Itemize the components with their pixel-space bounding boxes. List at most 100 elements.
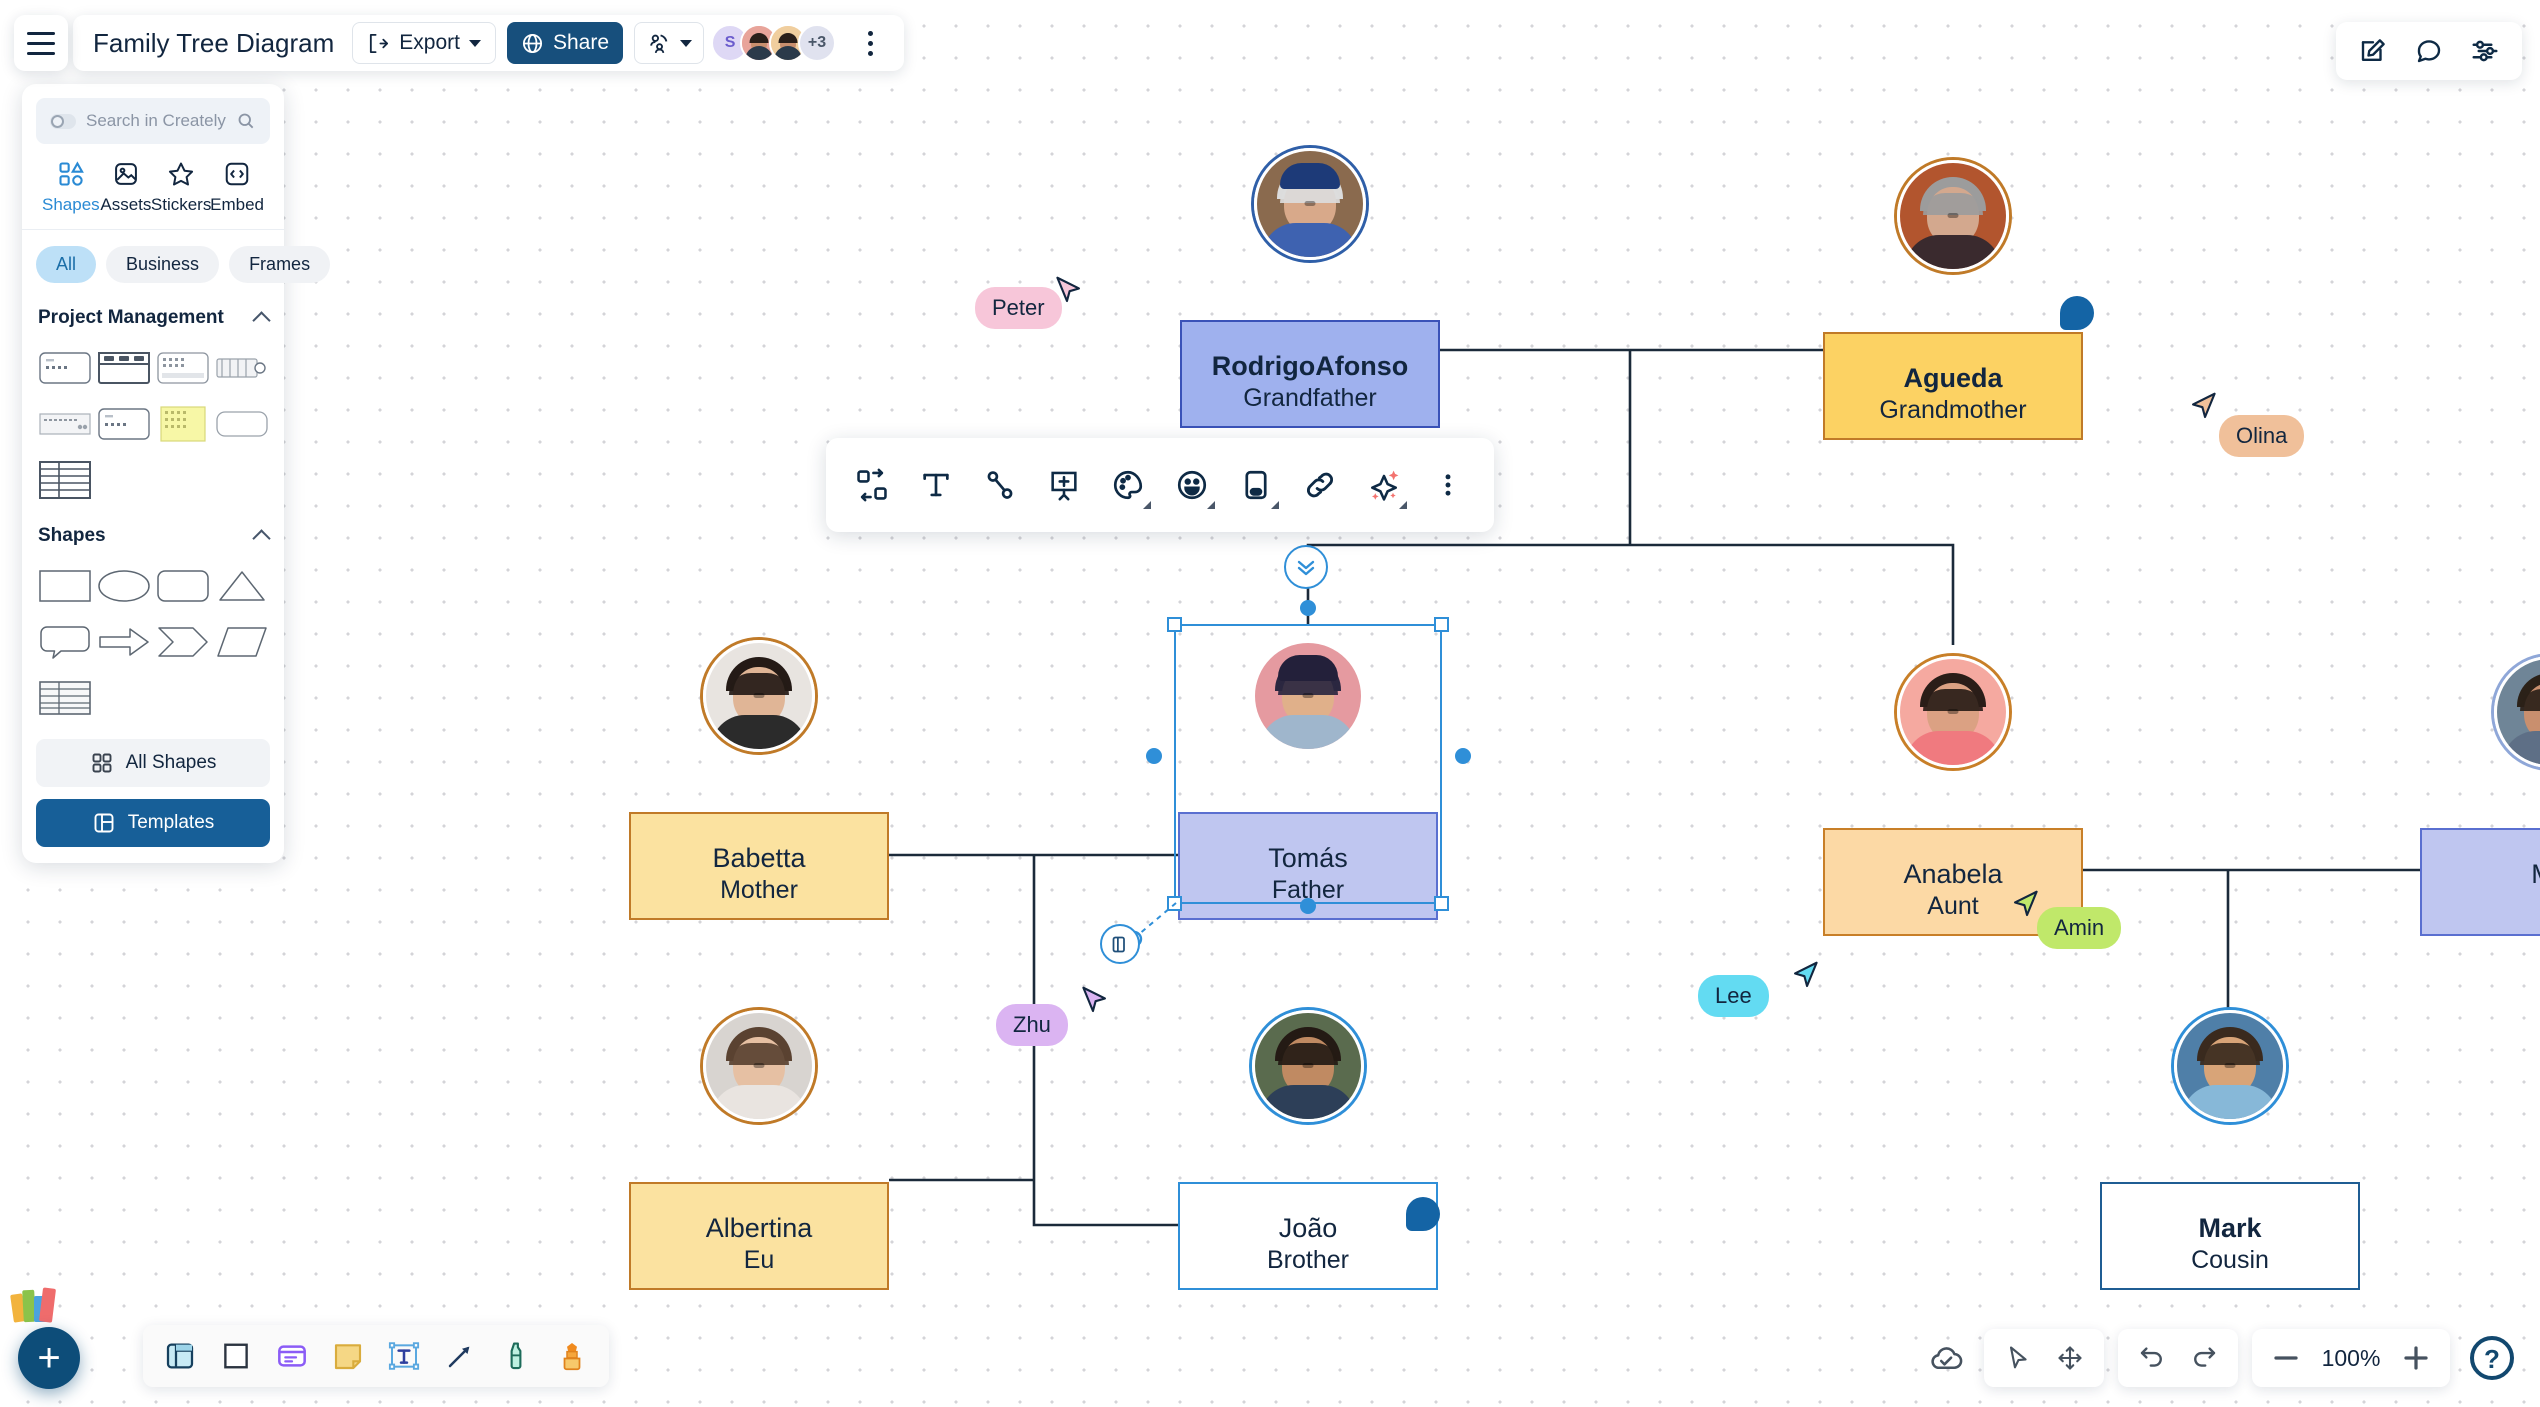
emoji-button[interactable] <box>1164 455 1220 515</box>
main-menu-button[interactable] <box>14 15 68 71</box>
replace-shape-button[interactable] <box>844 455 900 515</box>
diagram-canvas[interactable]: RodrigoAfonso Grandfather Agueda Grandmothe… <box>0 0 2540 1407</box>
table-row-shape[interactable] <box>36 399 93 449</box>
fill-color-button[interactable] <box>1100 455 1156 515</box>
all-shapes-button[interactable]: All Shapes <box>36 739 270 787</box>
section-header-project-management[interactable]: Project Management <box>36 291 271 335</box>
rectangle-shape[interactable] <box>36 561 93 611</box>
undo-button[interactable] <box>2128 1334 2176 1382</box>
connection-dot-left[interactable] <box>1146 748 1162 764</box>
chip-business[interactable]: Business <box>106 246 220 283</box>
node-avatar[interactable] <box>1897 160 2009 272</box>
sticky-note-yellow-shape[interactable] <box>154 399 211 449</box>
more-options-button[interactable] <box>1420 455 1476 515</box>
pen-tool[interactable] <box>491 1331 541 1381</box>
zoom-out-button[interactable] <box>2262 1334 2310 1382</box>
tab-assets[interactable]: Assets <box>100 160 152 215</box>
connection-dot-top[interactable] <box>1300 600 1316 616</box>
speech-bubble-shape[interactable] <box>36 617 93 667</box>
add-button[interactable]: + <box>18 1327 80 1389</box>
node-avatar[interactable] <box>1252 1010 1364 1122</box>
shape-tool[interactable] <box>211 1331 261 1381</box>
arrow-shape[interactable] <box>95 617 152 667</box>
family-node-mark[interactable]: Mark Cousin <box>2100 1010 2360 1290</box>
pan-tool[interactable] <box>2046 1334 2094 1382</box>
connection-dot-bottom[interactable] <box>1300 898 1316 914</box>
document-title[interactable]: Family Tree Diagram <box>93 28 334 59</box>
family-node-agueda[interactable]: Agueda Grandmother <box>1823 160 2083 440</box>
node-avatar[interactable] <box>2494 656 2540 768</box>
collaborator-avatars[interactable]: S +3 <box>711 24 837 62</box>
table-shape[interactable] <box>36 673 93 723</box>
node-box[interactable]: João Brother <box>1178 1182 1438 1290</box>
duplicate-shape-button[interactable] <box>1100 924 1140 964</box>
selection-handle-bl[interactable] <box>1167 896 1182 911</box>
family-node-albertina[interactable]: Albertina Eu <box>629 1010 889 1290</box>
zoom-level[interactable]: 100% <box>2314 1345 2388 1372</box>
tab-shapes[interactable]: Shapes <box>42 160 100 215</box>
chip-all[interactable]: All <box>36 246 97 283</box>
comment-badge-joao[interactable] <box>1406 1197 1440 1231</box>
kanban-board-shape[interactable] <box>95 343 152 393</box>
edit-button[interactable] <box>2350 28 2396 74</box>
family-node-anabela[interactable]: Anabela Aunt <box>1823 656 2083 936</box>
node-avatar[interactable] <box>703 640 815 752</box>
ellipse-shape[interactable] <box>95 561 152 611</box>
comments-button[interactable] <box>2406 28 2452 74</box>
node-avatar[interactable] <box>1897 656 2009 768</box>
node-avatar[interactable] <box>2174 1010 2286 1122</box>
selection-handle-tl[interactable] <box>1167 617 1182 632</box>
share-button[interactable]: Share <box>506 22 624 64</box>
export-button[interactable]: Export <box>352 22 496 64</box>
presence-button[interactable] <box>634 22 705 64</box>
rounded-rectangle-shape[interactable] <box>154 561 211 611</box>
note-button[interactable] <box>1228 455 1284 515</box>
settings-button[interactable] <box>2462 28 2508 74</box>
family-node-maria[interactable]: MaU <box>2420 656 2540 936</box>
card-tool[interactable] <box>267 1331 317 1381</box>
family-node-babetta[interactable]: Babetta Mother <box>629 640 889 920</box>
templates-button[interactable]: Templates <box>36 799 270 847</box>
tab-embed[interactable]: Embed <box>210 160 264 215</box>
avatar[interactable]: +3 <box>798 24 837 62</box>
connection-dot-right[interactable] <box>1455 748 1471 764</box>
family-node-rodrigo[interactable]: RodrigoAfonso Grandfather <box>1180 148 1440 428</box>
parallelogram-shape[interactable] <box>213 617 270 667</box>
comment-badge-agueda[interactable] <box>2060 296 2094 330</box>
library-icon[interactable] <box>8 1280 60 1329</box>
selection-handle-tr[interactable] <box>1434 617 1449 632</box>
chip-frames[interactable]: Frames <box>229 246 331 283</box>
card-shape[interactable] <box>36 343 93 393</box>
ai-button[interactable] <box>1356 455 1412 515</box>
chevron-shape[interactable] <box>154 617 211 667</box>
node-avatar[interactable] <box>1254 148 1366 260</box>
tab-stickers[interactable]: Stickers <box>151 160 211 215</box>
sticky-note-tool[interactable] <box>323 1331 373 1381</box>
note-card-shape[interactable] <box>95 399 152 449</box>
add-frame-button[interactable] <box>1036 455 1092 515</box>
text-tool[interactable] <box>379 1331 429 1381</box>
triangle-shape[interactable] <box>213 561 270 611</box>
expand-children-button[interactable] <box>1284 545 1328 589</box>
node-box[interactable]: Mark Cousin <box>2100 1182 2360 1290</box>
node-avatar[interactable] <box>1252 640 1364 752</box>
highlighter-tool[interactable] <box>547 1331 597 1381</box>
node-box[interactable]: Agueda Grandmother <box>1823 332 2083 440</box>
node-box[interactable]: Albertina Eu <box>629 1182 889 1290</box>
connector-tool[interactable] <box>435 1331 485 1381</box>
node-box[interactable]: RodrigoAfonso Grandfather <box>1180 320 1440 428</box>
link-button[interactable] <box>1292 455 1348 515</box>
rounded-box-shape[interactable] <box>213 399 270 449</box>
list-card-shape[interactable] <box>154 343 211 393</box>
node-avatar[interactable] <box>703 1010 815 1122</box>
frame-tool[interactable] <box>155 1331 205 1381</box>
toggle-icon[interactable] <box>50 113 76 129</box>
help-button[interactable]: ? <box>2464 1330 2520 1386</box>
search-input[interactable]: Search in Creately <box>36 98 270 144</box>
line-style-button[interactable] <box>972 455 1028 515</box>
section-header-shapes[interactable]: Shapes <box>36 509 271 553</box>
redo-button[interactable] <box>2180 1334 2228 1382</box>
selection-handle-br[interactable] <box>1434 896 1449 911</box>
node-box[interactable]: Babetta Mother <box>629 812 889 920</box>
timeline-shape[interactable] <box>213 343 270 393</box>
